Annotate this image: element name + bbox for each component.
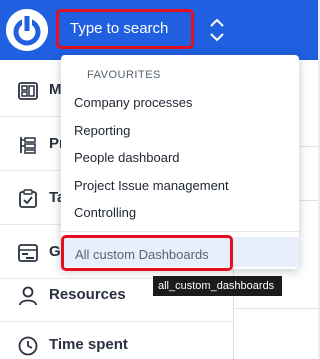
- expand-collapse-icon[interactable]: [206, 16, 228, 44]
- favourite-item[interactable]: Project Issue management: [74, 178, 229, 193]
- sidebar-item-label: M: [49, 81, 62, 98]
- sidebar-item-label: Resources: [49, 286, 126, 303]
- sidebar-item-time-spent[interactable]: Time spent: [0, 318, 234, 359]
- clock-icon: [17, 335, 39, 357]
- divider: [61, 231, 299, 232]
- favourite-item[interactable]: Reporting: [74, 123, 130, 138]
- tasks-icon: [17, 188, 39, 210]
- highlight-frame: [61, 235, 233, 271]
- favourites-heading: FAVOURITES: [87, 69, 161, 81]
- sidebar-item-label: G: [49, 243, 61, 260]
- projects-icon: [17, 134, 39, 156]
- gantt-icon: [17, 242, 39, 264]
- favourite-item[interactable]: People dashboard: [74, 150, 180, 165]
- top-bar: Type to search: [0, 0, 318, 60]
- dashboard-icon: [17, 80, 39, 102]
- favourite-item[interactable]: Company processes: [74, 95, 193, 110]
- sidebar-item-label: Time spent: [49, 336, 128, 353]
- favourite-item[interactable]: Controlling: [74, 205, 136, 220]
- divider: [235, 308, 318, 309]
- search-input[interactable]: Type to search: [56, 9, 194, 49]
- resources-icon: [17, 285, 39, 307]
- tooltip: all_custom_dashboards: [153, 276, 282, 296]
- app-logo-icon[interactable]: [6, 9, 48, 51]
